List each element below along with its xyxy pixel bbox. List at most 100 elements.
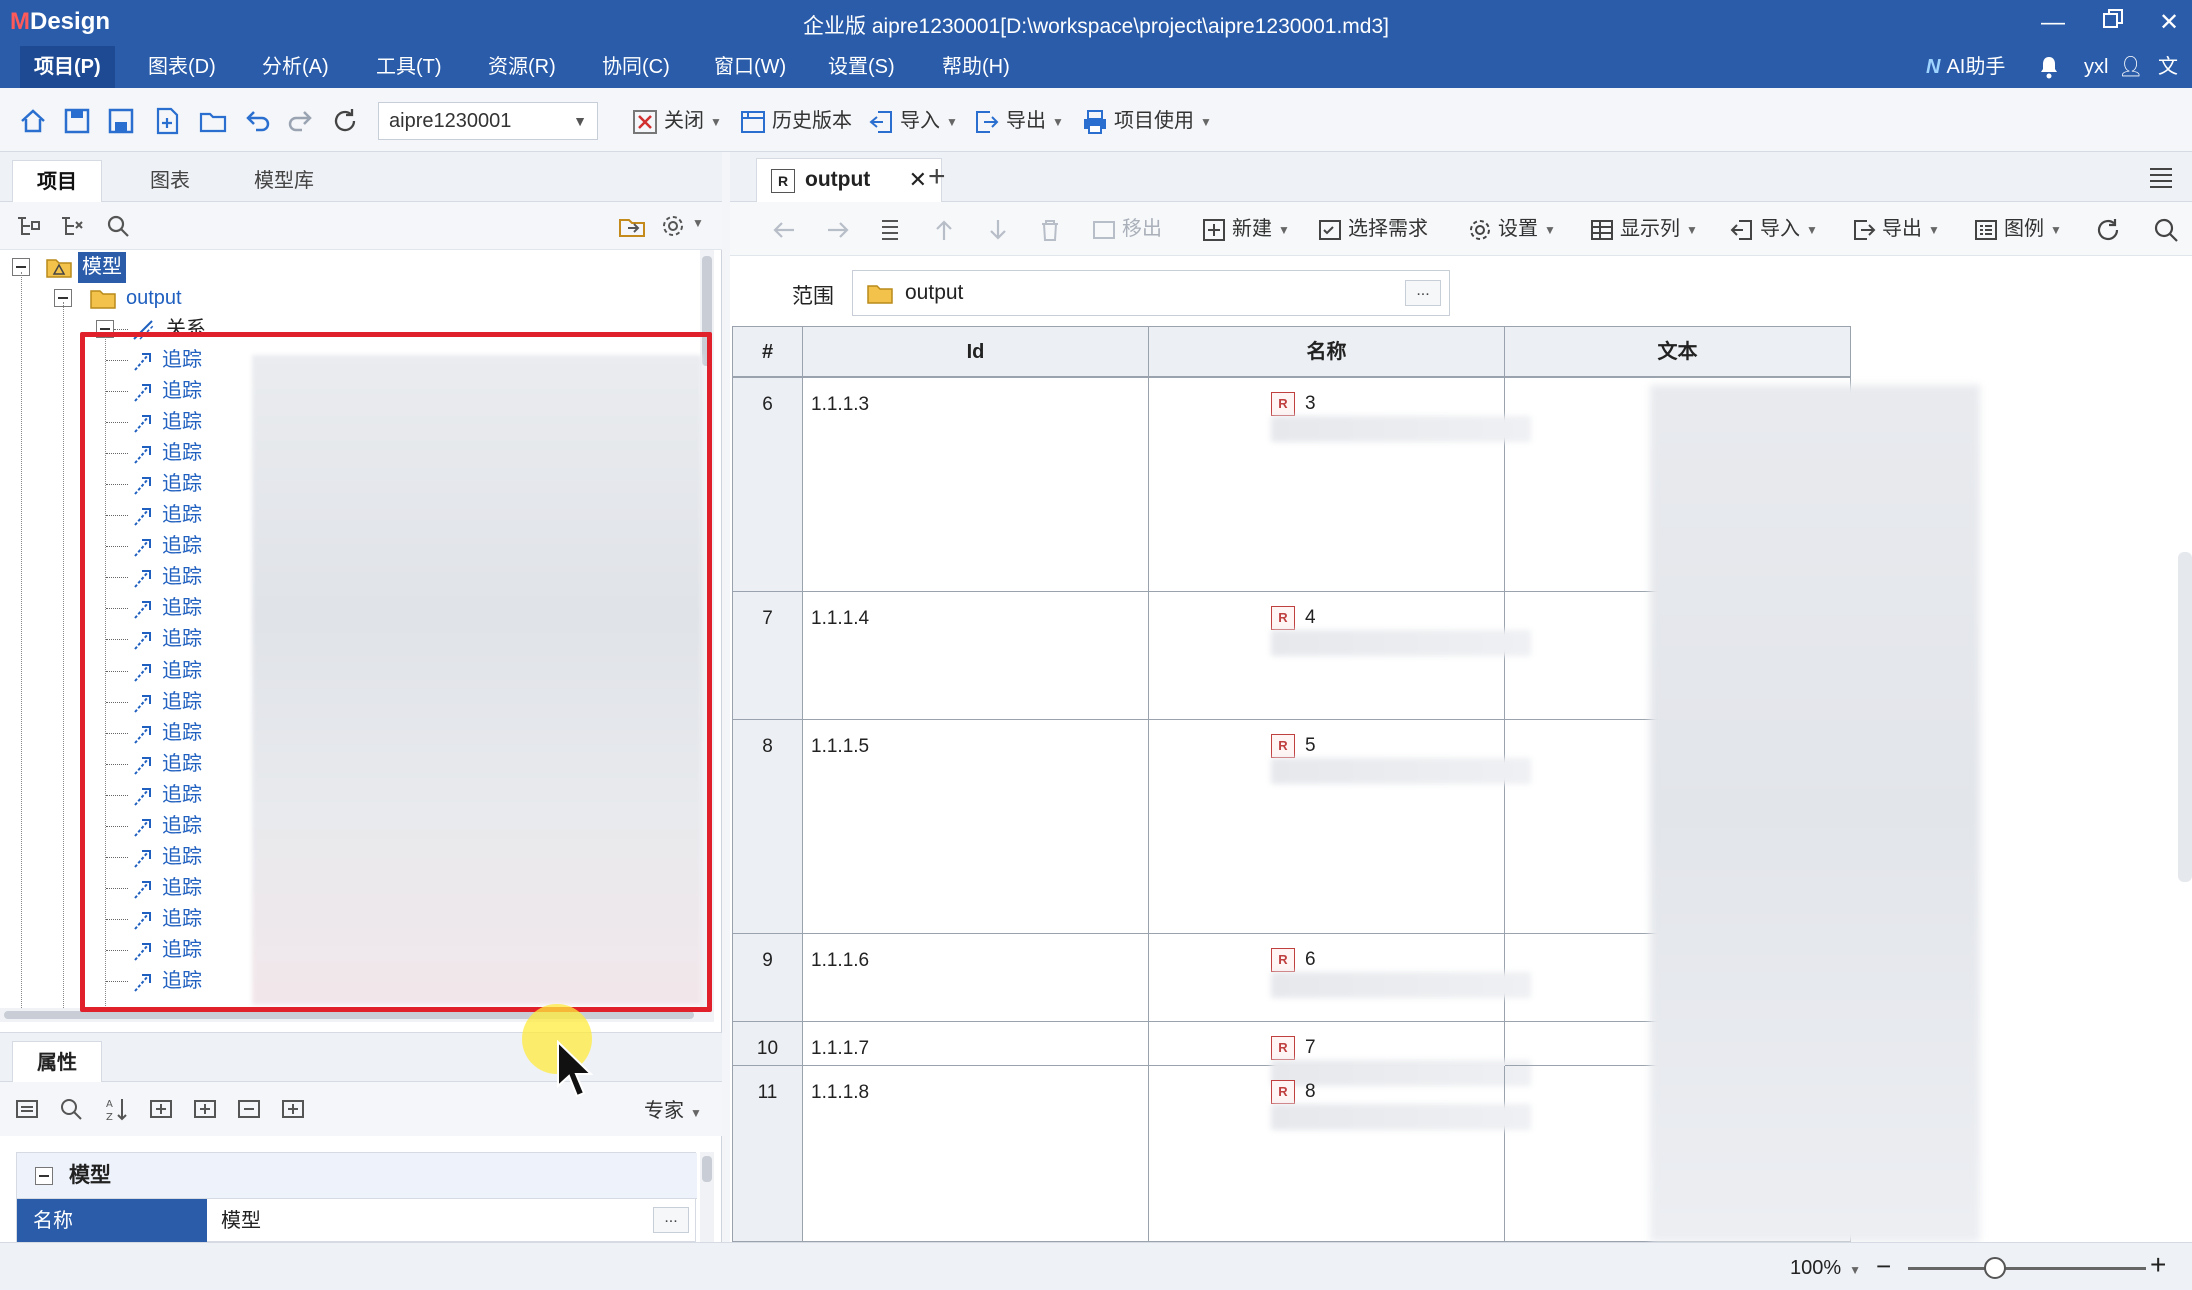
home-icon[interactable] — [18, 106, 48, 136]
scope-browse-button[interactable]: ... — [1405, 280, 1441, 306]
expand-group-icon[interactable] — [148, 1096, 174, 1122]
column-header-name[interactable]: 名称 — [1149, 326, 1505, 378]
id-cell[interactable]: 1.1.1.6 — [803, 934, 1149, 1022]
close-tab-icon[interactable]: ✕ — [909, 159, 927, 201]
table-structure-icon[interactable] — [876, 216, 904, 244]
save-all-icon[interactable] — [106, 106, 136, 136]
new-button[interactable]: 新建 ▼ — [1202, 214, 1290, 244]
tab-properties[interactable]: 属性 — [12, 1041, 102, 1083]
save-icon[interactable] — [62, 106, 92, 136]
legend-button[interactable]: 图例 ▼ — [1974, 214, 2062, 244]
notification-bell-icon[interactable] — [2038, 46, 2060, 88]
add-tab-button[interactable]: + — [928, 160, 946, 194]
refresh-icon[interactable] — [2094, 216, 2122, 244]
move-out-button[interactable]: 移出 — [1092, 214, 1162, 244]
gear-icon[interactable] — [660, 212, 688, 240]
move-up-icon[interactable] — [930, 216, 958, 244]
id-cell[interactable]: 1.1.1.4 — [803, 592, 1149, 720]
close-project-button[interactable]: 关闭 ▼ — [632, 106, 722, 136]
expand-all-icon[interactable] — [14, 212, 42, 240]
zoom-in-button[interactable]: + — [2150, 1249, 2166, 1281]
tab-output[interactable]: R output ✕ — [756, 158, 942, 202]
delete-icon[interactable] — [1036, 216, 1064, 244]
menu-resources[interactable]: 资源(R) — [474, 46, 570, 88]
refresh-icon[interactable] — [330, 106, 360, 136]
menu-analysis[interactable]: 分析(A) — [248, 46, 343, 88]
group-right-icon[interactable] — [280, 1096, 306, 1122]
locate-folder-icon[interactable] — [618, 212, 646, 240]
row-number-cell[interactable]: 10 — [733, 1022, 803, 1066]
search-icon[interactable] — [58, 1096, 84, 1122]
name-cell[interactable]: R6 — [1149, 934, 1531, 1022]
tab-project[interactable]: 项目 — [12, 160, 102, 202]
table-export-button[interactable]: 导出 ▼ — [1852, 214, 1940, 244]
menu-help[interactable]: 帮助(H) — [928, 46, 1024, 88]
menu-project[interactable]: 项目(P) — [20, 46, 115, 88]
search-icon[interactable] — [104, 212, 132, 240]
move-down-icon[interactable] — [984, 216, 1012, 244]
table-import-button[interactable]: 导入 ▼ — [1730, 214, 1818, 244]
history-version-button[interactable]: 历史版本 — [740, 106, 852, 136]
row-number-cell[interactable]: 8 — [733, 720, 803, 934]
scope-field[interactable]: output ... — [852, 270, 1450, 316]
export-button[interactable]: 导出 ▼ — [974, 106, 1064, 136]
table-vertical-scrollbar[interactable] — [2178, 552, 2192, 882]
row-number-cell[interactable]: 11 — [733, 1066, 803, 1242]
zoom-level[interactable]: 100% ▼ — [1790, 1257, 1861, 1280]
column-header-number[interactable]: # — [733, 326, 803, 378]
row-number-cell[interactable]: 6 — [733, 378, 803, 592]
list-view-icon[interactable] — [14, 1096, 40, 1122]
id-cell[interactable]: 1.1.1.3 — [803, 378, 1149, 592]
back-icon[interactable] — [770, 216, 798, 244]
name-cell[interactable]: R5 — [1149, 720, 1531, 934]
property-value-name[interactable]: 模型 ... — [207, 1199, 695, 1243]
collapse-toggle-icon[interactable] — [35, 1167, 53, 1185]
group-left-icon[interactable] — [236, 1096, 262, 1122]
column-header-text[interactable]: 文本 — [1505, 326, 1851, 378]
properties-scrollbar[interactable] — [700, 1152, 714, 1242]
import-button[interactable]: 导入 ▼ — [868, 106, 958, 136]
gear-dropdown-icon[interactable]: ▼ — [692, 216, 704, 230]
menu-settings[interactable]: 设置(S) — [814, 46, 909, 88]
restore-button[interactable] — [2088, 6, 2138, 40]
id-cell[interactable]: 1.1.1.8 — [803, 1066, 1149, 1242]
id-cell[interactable]: 1.1.1.7 — [803, 1022, 1149, 1066]
undo-icon[interactable] — [242, 106, 272, 136]
menu-tools[interactable]: 工具(T) — [362, 46, 456, 88]
forward-icon[interactable] — [824, 216, 852, 244]
language-icon[interactable]: 文 — [2158, 46, 2178, 88]
menu-collab[interactable]: 协同(C) — [588, 46, 684, 88]
search-icon[interactable] — [2152, 216, 2180, 244]
redo-icon[interactable] — [286, 106, 316, 136]
show-columns-button[interactable]: 显示列 ▼ — [1590, 214, 1698, 244]
zoom-slider-track[interactable] — [1908, 1267, 2146, 1270]
menu-diagram[interactable]: 图表(D) — [134, 46, 230, 88]
id-cell[interactable]: 1.1.1.5 — [803, 720, 1149, 934]
expert-mode-select[interactable]: 专家 ▼ — [644, 1094, 702, 1123]
menu-window[interactable]: 窗口(W) — [700, 46, 800, 88]
collapse-group-icon[interactable] — [192, 1096, 218, 1122]
collapse-all-icon[interactable] — [58, 212, 86, 240]
name-cell[interactable]: R8 — [1149, 1066, 1531, 1242]
name-cell[interactable]: R4 — [1149, 592, 1531, 720]
zoom-out-button[interactable]: − — [1876, 1251, 1891, 1282]
settings-button[interactable]: 设置 ▼ — [1468, 214, 1556, 244]
new-file-icon[interactable] — [152, 106, 182, 136]
sort-az-icon[interactable]: AZ — [104, 1096, 130, 1122]
select-requirement-button[interactable]: 选择需求 — [1318, 214, 1428, 244]
panel-menu-icon[interactable] — [2148, 166, 2174, 190]
tab-diagrams[interactable]: 图表 — [126, 160, 214, 202]
property-group-model[interactable]: 模型 — [17, 1153, 697, 1199]
close-window-button[interactable]: ✕ — [2144, 6, 2192, 40]
name-cell[interactable]: R7 — [1149, 1022, 1531, 1086]
name-cell[interactable]: R3 — [1149, 378, 1531, 592]
user-menu[interactable]: yxl 👤︎ — [2084, 46, 2143, 88]
zoom-slider-handle[interactable] — [1984, 1257, 2006, 1279]
minimize-button[interactable]: — — [2028, 6, 2078, 40]
project-use-button[interactable]: 项目使用 ▼ — [1082, 106, 1212, 136]
project-select[interactable]: aipre1230001 ▼ — [378, 102, 598, 140]
tab-model-library[interactable]: 模型库 — [230, 160, 338, 202]
row-number-cell[interactable]: 9 — [733, 934, 803, 1022]
open-folder-icon[interactable] — [198, 106, 228, 136]
ai-assistant-button[interactable]: N AI助手 — [1926, 46, 2005, 88]
